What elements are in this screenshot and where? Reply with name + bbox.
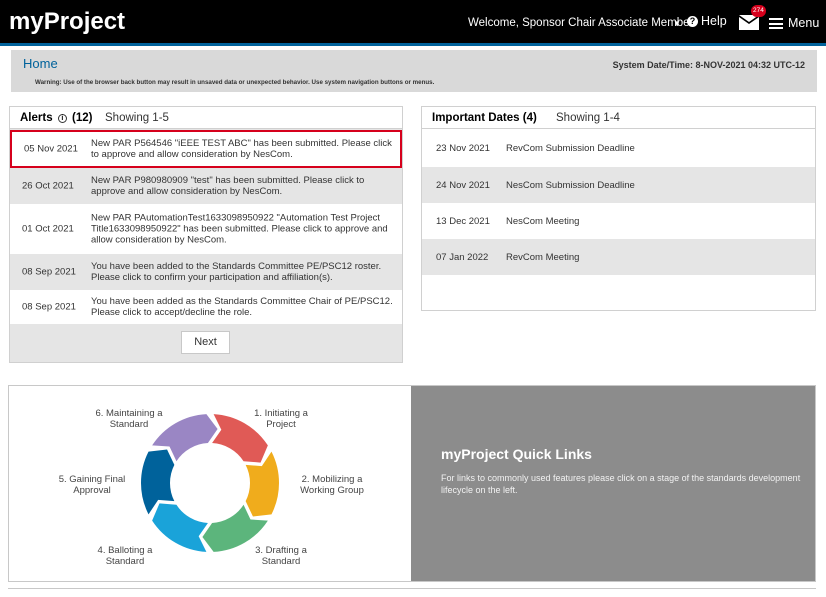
alert-date: 08 Sep 2021 (22, 266, 76, 278)
user-welcome-menu[interactable]: Welcome, Sponsor Chair Associate Member (468, 17, 693, 29)
alert-message: New PAR PAutomationTest1633098950922 "Au… (91, 212, 388, 246)
bottom-divider (8, 588, 816, 589)
quick-links-description: For links to commonly used features plea… (441, 473, 801, 495)
important-date-event: RevCom Submission Deadline (506, 143, 635, 154)
important-date-row[interactable]: 24 Nov 2021 NesCom Submission Deadline (422, 167, 815, 203)
info-icon[interactable]: i (57, 114, 67, 123)
important-date: 07 Jan 2022 (436, 252, 489, 263)
important-date-event: NesCom Meeting (506, 216, 580, 227)
alert-date: 26 Oct 2021 (22, 180, 74, 192)
alert-row[interactable]: 08 Sep 2021 You have been added to the S… (10, 255, 402, 289)
next-page-button[interactable]: Next (181, 331, 230, 354)
alerts-showing: Showing 1-5 (105, 112, 169, 124)
top-bar-accent-line (0, 43, 826, 46)
brand-logo[interactable]: myProject (9, 8, 125, 36)
lifecycle-wheel-area: 6. Maintaining a Standard 1. Initiating a… (9, 386, 411, 581)
stage-label-initiating[interactable]: 1. Initiating a Project (231, 408, 331, 430)
important-date: 24 Nov 2021 (436, 180, 490, 191)
important-date: 13 Dec 2021 (436, 216, 490, 227)
quick-links-title: myProject Quick Links (441, 446, 592, 462)
menu-button[interactable]: Menu (788, 16, 819, 30)
help-label: Help (701, 14, 727, 28)
notification-count-badge: 274 (751, 5, 766, 17)
alert-date: 05 Nov 2021 (24, 143, 78, 155)
stage-label-maintaining[interactable]: 6. Maintaining a Standard (79, 408, 179, 430)
important-date-row[interactable]: 07 Jan 2022 RevCom Meeting (422, 239, 815, 275)
help-link[interactable]: ? Help (687, 14, 727, 28)
alert-date: 01 Oct 2021 (22, 223, 74, 235)
alert-row[interactable]: 26 Oct 2021 New PAR P980980909 "test" ha… (10, 169, 402, 203)
alert-message: New PAR P564546 "iEEE TEST ABC" has been… (91, 138, 392, 160)
important-dates-panel: Important Dates (4) Showing 1-4 23 Nov 2… (421, 106, 816, 311)
important-dates-showing: Showing 1-4 (556, 112, 620, 124)
alert-date: 08 Sep 2021 (22, 301, 76, 313)
alert-message: New PAR P980980909 "test" has been submi… (91, 175, 365, 197)
navigation-warning: Warning: Use of the browser back button … (35, 79, 435, 86)
alerts-panel: Alerts i (12) Showing 1-5 05 Nov 2021 Ne… (9, 106, 403, 363)
important-dates-header: Important Dates (4) Showing 1-4 (422, 107, 815, 129)
important-date-event: NesCom Submission Deadline (506, 180, 635, 191)
system-datetime: System Date/Time: 8-NOV-2021 04:32 UTC-1… (612, 60, 805, 70)
quick-links-section: 6. Maintaining a Standard 1. Initiating a… (8, 385, 816, 582)
quick-links-panel: myProject Quick Links For links to commo… (411, 386, 815, 581)
stage-label-gaining-approval[interactable]: 5. Gaining Final Approval (42, 474, 142, 496)
alert-row[interactable]: 08 Sep 2021 You have been added as the S… (10, 290, 402, 324)
caret-down-icon[interactable]: ▼ (673, 19, 681, 28)
important-date-row[interactable]: 13 Dec 2021 NesCom Meeting (422, 203, 815, 239)
important-date-row[interactable]: 23 Nov 2021 RevCom Submission Deadline (422, 130, 815, 166)
top-bar: myProject Welcome, Sponsor Chair Associa… (0, 0, 826, 46)
help-icon: ? (687, 15, 698, 27)
stage-label-mobilizing[interactable]: 2. Mobilizing a Working Group (277, 474, 387, 496)
important-dates-title: Important Dates (4) (432, 112, 537, 124)
stage-label-drafting[interactable]: 3. Drafting a Standard (231, 545, 331, 567)
alert-row[interactable]: 05 Nov 2021 New PAR P564546 "iEEE TEST A… (10, 130, 402, 168)
stage-label-balloting[interactable]: 4. Balloting a Standard (75, 545, 175, 567)
alert-row[interactable]: 01 Oct 2021 New PAR PAutomationTest16330… (10, 204, 402, 254)
important-date-event: RevCom Meeting (506, 252, 580, 263)
alert-message: You have been added as the Standards Com… (91, 296, 393, 318)
alerts-panel-header: Alerts i (12) Showing 1-5 (10, 107, 402, 129)
alerts-title: Alerts i (12) (20, 112, 93, 124)
page-title: Home (23, 56, 58, 71)
important-date: 23 Nov 2021 (436, 143, 490, 154)
page-header: Home System Date/Time: 8-NOV-2021 04:32 … (11, 50, 817, 92)
hamburger-menu-icon[interactable] (769, 18, 783, 29)
alert-message: You have been added to the Standards Com… (91, 261, 382, 283)
